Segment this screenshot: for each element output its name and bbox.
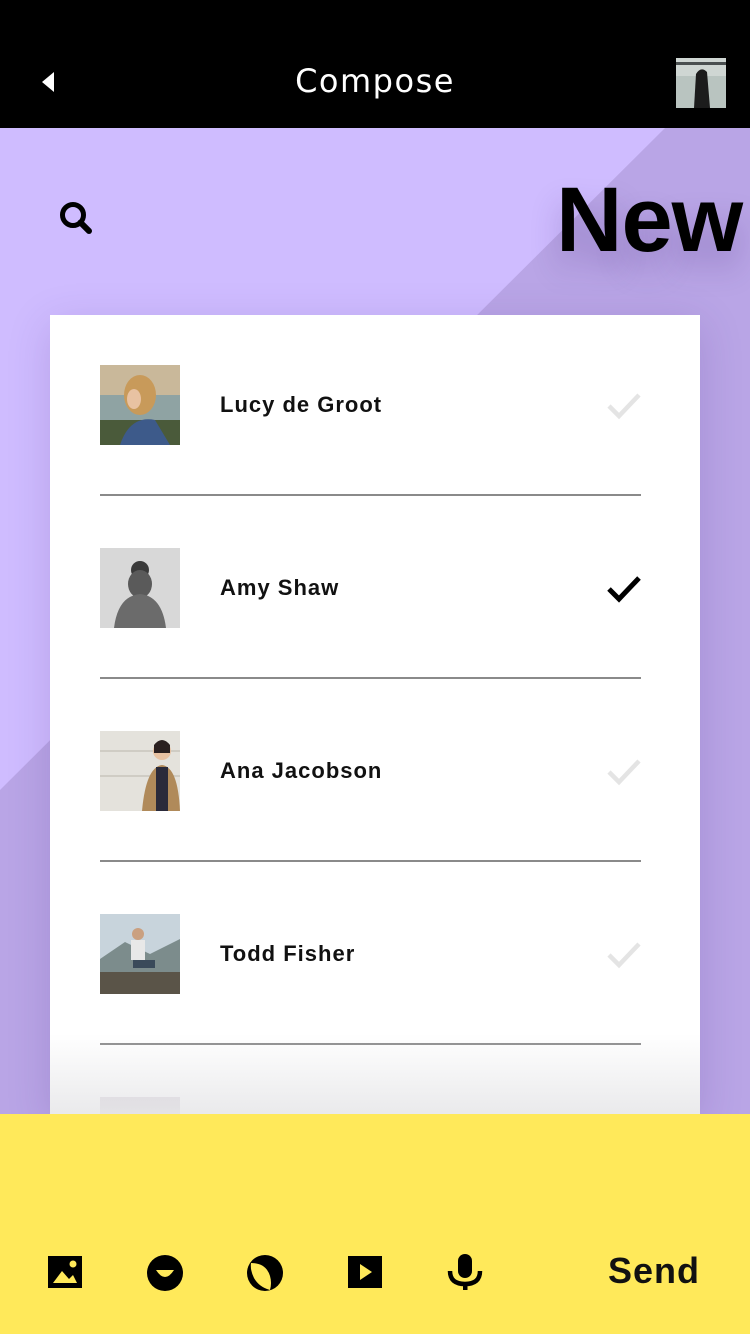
divider bbox=[100, 1043, 641, 1045]
check-icon[interactable] bbox=[606, 574, 642, 604]
top-bar: Compose bbox=[0, 0, 750, 128]
check-icon[interactable] bbox=[606, 391, 642, 421]
contact-avatar bbox=[100, 548, 180, 628]
profile-avatar[interactable] bbox=[676, 58, 726, 108]
contact-row-amy[interactable]: Amy Shaw bbox=[100, 498, 641, 680]
video-icon bbox=[348, 1256, 382, 1288]
contact-list-card: Lucy de Groot Amy Shaw Ana Jacobson Todd… bbox=[50, 315, 700, 1114]
divider bbox=[100, 860, 641, 862]
contact-row-partial[interactable] bbox=[100, 1047, 641, 1114]
divider bbox=[100, 494, 641, 496]
search-button[interactable] bbox=[56, 198, 96, 238]
contact-name: Ana Jacobson bbox=[220, 758, 383, 783]
check-icon[interactable] bbox=[606, 940, 642, 970]
contact-row-todd[interactable]: Todd Fisher bbox=[100, 864, 641, 1046]
send-button[interactable]: Send bbox=[608, 1250, 700, 1292]
contact-name: Amy Shaw bbox=[220, 575, 340, 600]
contact-avatar bbox=[100, 914, 180, 994]
bottom-toolbar: Send bbox=[0, 1114, 750, 1334]
search-icon bbox=[60, 202, 92, 234]
sticker-button[interactable] bbox=[246, 1252, 286, 1292]
contact-avatar bbox=[100, 731, 180, 811]
image-button[interactable] bbox=[46, 1252, 86, 1292]
video-button[interactable] bbox=[346, 1252, 386, 1292]
contact-row-lucy[interactable]: Lucy de Groot bbox=[100, 315, 641, 497]
divider bbox=[100, 677, 641, 679]
contact-avatar bbox=[100, 365, 180, 445]
contact-name: Todd Fisher bbox=[220, 941, 356, 966]
contact-row-ana[interactable]: Ana Jacobson bbox=[100, 681, 641, 863]
microphone-button[interactable] bbox=[446, 1252, 486, 1292]
contact-avatar bbox=[100, 1097, 180, 1114]
emoji-icon bbox=[147, 1255, 183, 1291]
page-title: Compose bbox=[295, 62, 455, 100]
check-icon[interactable] bbox=[606, 757, 642, 787]
page-heading: New bbox=[556, 169, 743, 271]
contact-name: Lucy de Groot bbox=[220, 392, 383, 417]
microphone-icon bbox=[447, 1254, 483, 1290]
emoji-button[interactable] bbox=[146, 1252, 186, 1292]
image-icon bbox=[48, 1256, 82, 1288]
sticker-icon bbox=[247, 1255, 283, 1291]
